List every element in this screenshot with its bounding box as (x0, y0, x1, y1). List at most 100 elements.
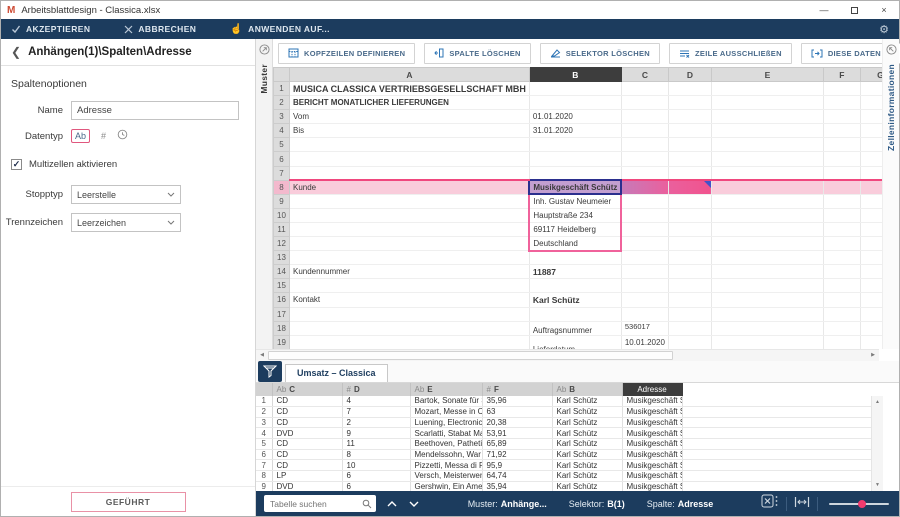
scroll-right-arrow-icon[interactable]: ▶ (867, 352, 879, 358)
preview-cell[interactable]: Karl Schütz (552, 459, 623, 472)
sheet-cell-B4[interactable]: 31.01.2020 (529, 123, 622, 139)
sheet-cell-F11[interactable] (823, 222, 861, 238)
sheet-cell-B12[interactable]: Deutschland (528, 236, 623, 252)
preview-cell[interactable]: CD (272, 395, 343, 407)
cell-information-strip-tab[interactable]: Zelleninformationen (882, 39, 899, 349)
sheet-cell-E4[interactable] (711, 123, 824, 139)
sheet-cell-E8[interactable] (711, 179, 824, 195)
preview-cell[interactable]: 8 (342, 449, 411, 461)
sheet-cell-E19[interactable] (711, 335, 824, 349)
sheet-cell-F14[interactable] (823, 264, 861, 280)
delete-selector-button[interactable]: SELEKTOR LÖSCHEN (539, 42, 661, 64)
sheet-cell-E10[interactable] (711, 208, 824, 223)
preview-cell[interactable]: Karl Schütz (552, 481, 623, 491)
sheet-column-header-D[interactable]: D (667, 67, 712, 82)
preview-cell[interactable]: 35,96 (482, 395, 553, 407)
sheet-row-header-5[interactable]: 5 (273, 137, 290, 153)
sheet-row-header-11[interactable]: 11 (273, 222, 290, 238)
preview-cell[interactable]: LP (272, 470, 343, 482)
preview-vertical-scrollbar[interactable]: ▲ ▼ (871, 395, 883, 491)
sheet-cell-E9[interactable] (711, 194, 824, 209)
back-icon[interactable]: ❮ (11, 45, 21, 59)
sheet-cell-D18[interactable] (668, 321, 712, 336)
sheet-cell-C2[interactable] (621, 95, 669, 111)
sheet-cell-B2[interactable] (529, 95, 622, 111)
sheet-cell-G17[interactable] (860, 307, 882, 322)
sheet-row-header-18[interactable]: 18 (273, 321, 290, 336)
preview-column-header-adresse[interactable]: Adresse (622, 382, 683, 396)
preview-cell[interactable]: Mozart, Messe in C, K... (410, 406, 483, 418)
preview-cell[interactable]: 20,38 (482, 417, 553, 429)
expand-circle-icon[interactable] (885, 42, 897, 60)
datatype-datetime-option clock-icon[interactable] (117, 127, 128, 145)
sheet-cell-D11[interactable] (668, 222, 712, 238)
scrollbar-thumb[interactable] (268, 350, 673, 360)
preview-cell[interactable]: Mendelssohn, War M... (410, 449, 483, 461)
sheet-cell-G16[interactable] (860, 292, 882, 308)
sheet-cell-G8[interactable] (860, 179, 882, 195)
sheet-cell-B7[interactable] (529, 166, 622, 181)
sheet-cell-G15[interactable] (860, 278, 882, 294)
preview-column-header-B[interactable]: Ab B (552, 382, 623, 396)
datatype-text-option[interactable]: Ab (71, 129, 91, 143)
exclude-row-button[interactable]: ZEILE AUSSCHLIEßEN (669, 42, 792, 64)
sheet-cell-F16[interactable] (823, 292, 861, 308)
sheet-cell-E5[interactable] (711, 137, 824, 153)
checkbox-checked-icon[interactable]: ✓ (11, 159, 22, 170)
preview-cell[interactable]: DVD (272, 481, 343, 491)
preview-column-header-C[interactable]: Ab C (272, 382, 343, 396)
preview-column-header-E[interactable]: Ab E (410, 382, 483, 396)
preview-cell[interactable]: CD (272, 417, 343, 429)
preview-cell[interactable]: Musikgeschäft Sc... (622, 481, 683, 491)
sheet-cell-F18[interactable] (823, 321, 861, 336)
breadcrumb[interactable]: ❮ Anhängen(1)\Spalten\Adresse (1, 39, 255, 66)
sheet-cell-B9[interactable]: Inh. Gustav Neumeier (528, 194, 623, 209)
preview-cell[interactable]: Karl Schütz (552, 470, 623, 482)
sheet-column-header-B[interactable]: B (528, 67, 622, 82)
sheet-cell-F3[interactable] (823, 109, 861, 125)
sheet-column-header-F[interactable]: F (822, 67, 861, 82)
preview-cell[interactable]: Musikgeschäft Sc... (622, 449, 683, 461)
sheet-cell-D19[interactable] (668, 335, 712, 349)
sheet-cell-A12[interactable] (289, 236, 530, 252)
apply-to-button[interactable]: ☝ ANWENDEN AUF... (230, 24, 330, 35)
sheet-cell-F10[interactable] (823, 208, 861, 223)
sheet-cell-C18[interactable]: 536017 (621, 321, 669, 336)
scroll-left-arrow-icon[interactable]: ◀ (256, 352, 268, 358)
preview-cell[interactable]: Karl Schütz (552, 449, 623, 461)
sheet-cell-D5[interactable] (668, 137, 712, 153)
sheet-cell-E7[interactable] (711, 166, 824, 181)
sheet-row-header-17[interactable]: 17 (273, 307, 290, 322)
sheet-cell-F8[interactable] (823, 179, 861, 195)
guided-button[interactable]: GEFÜHRT (70, 491, 186, 512)
preview-cell[interactable]: 6 (342, 470, 411, 482)
sheet-cell-D2[interactable] (668, 95, 712, 111)
sheet-row-header-12[interactable]: 12 (273, 236, 290, 252)
sheet-cell-E11[interactable] (711, 222, 824, 238)
minimize-button[interactable]: — (809, 1, 839, 19)
datatype-number-option[interactable]: # (98, 130, 109, 142)
sheet-cell-C4[interactable] (621, 123, 669, 139)
sheet-cell-E3[interactable] (711, 109, 824, 125)
sheet-row-header-7[interactable]: 7 (273, 166, 290, 181)
scroll-down-arrow-icon[interactable]: ▼ (872, 479, 883, 491)
sheet-cell-F17[interactable] (823, 307, 861, 322)
preview-cell[interactable]: 4 (342, 395, 411, 407)
sheet-cell-A11[interactable] (289, 222, 530, 238)
sheet-cell-F7[interactable] (823, 166, 861, 181)
sheet-cell-G1[interactable] (860, 81, 882, 97)
sheet-cell-E17[interactable] (711, 307, 824, 322)
sheet-cell-F1[interactable] (823, 81, 861, 97)
sheet-row-header-19[interactable]: 19 (273, 335, 290, 349)
preview-cell[interactable]: Musikgeschäft Sc... (622, 438, 683, 450)
sheet-cell-D14[interactable] (668, 264, 712, 280)
sheet-cell-F13[interactable] (823, 250, 861, 266)
sheet-cell-F19[interactable] (823, 335, 861, 349)
sheet-cell-C14[interactable] (621, 264, 669, 280)
sheet-cell-G6[interactable] (860, 151, 882, 167)
sheet-cell-A19[interactable] (289, 335, 530, 349)
preview-column-header-F[interactable]: # F (482, 382, 553, 396)
sheet-cell-B14[interactable]: 11887 (529, 264, 622, 280)
sheet-cell-A8[interactable]: Kunde (289, 179, 530, 195)
preview-cell[interactable]: 2 (342, 417, 411, 429)
